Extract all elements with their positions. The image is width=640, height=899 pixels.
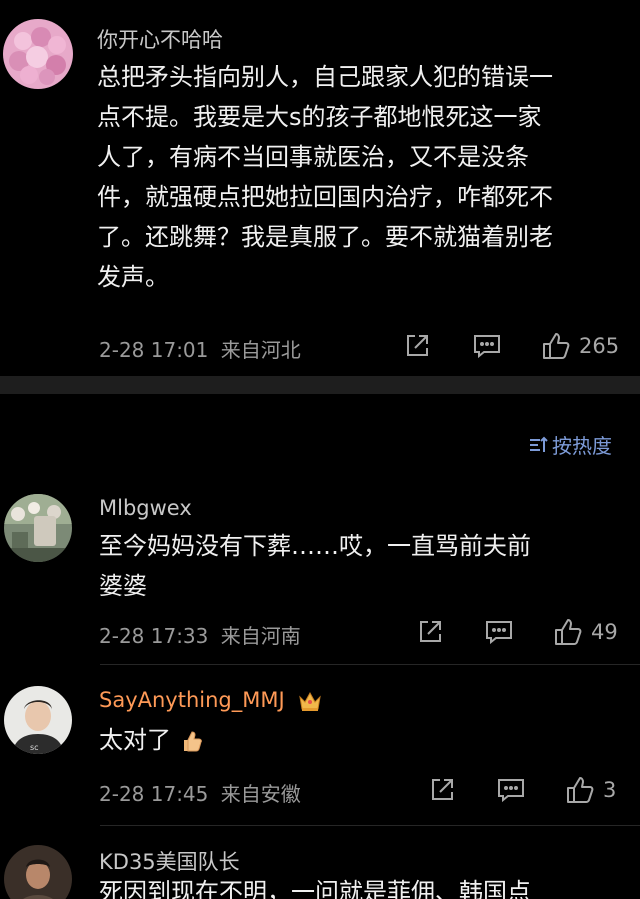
share-icon	[407, 335, 428, 356]
like-button[interactable]: 49	[553, 617, 618, 647]
username[interactable]: SayAnything_MMJ	[99, 688, 323, 713]
comment-line: 死因到现在不明，一问就是菲佣、韩国点	[99, 878, 531, 899]
comment-meta: 2-28 17:01 来自河北	[99, 334, 301, 363]
divider	[100, 825, 640, 826]
thumbs-up-icon	[567, 777, 594, 803]
timestamp: 2-28 17:45	[99, 782, 209, 806]
comment-meta: 2-28 17:45 来自安徽	[99, 778, 301, 807]
comment-button[interactable]	[496, 776, 526, 804]
comment-text: 死因到现在不明，一问就是菲佣、韩国点	[99, 872, 531, 899]
divider	[100, 664, 640, 665]
location: 来自安徽	[220, 782, 301, 806]
share-button[interactable]	[403, 332, 431, 360]
comment-text: 太对了	[99, 720, 203, 760]
share-icon	[432, 779, 453, 800]
timestamp: 2-28 17:33	[99, 624, 209, 648]
like-count: 3	[603, 778, 617, 802]
comment-icon	[498, 779, 524, 803]
timestamp: 2-28 17:01	[99, 338, 209, 362]
comment-line: 婆婆	[99, 572, 147, 600]
username[interactable]: Mlbgwex	[99, 496, 192, 520]
thumbs-up-icon	[555, 619, 582, 645]
comment-button[interactable]	[484, 618, 514, 646]
comment-text: 总把矛头指向别人，自己跟家人犯的错误一 点不提。我要是大s的孩子都地恨死这一家 …	[97, 57, 553, 297]
top-comment: 你开心不哈哈 总把矛头指向别人，自己跟家人犯的错误一 点不提。我要是大s的孩子都…	[0, 0, 640, 376]
comment-line-text: 太对了	[99, 726, 171, 754]
avatar[interactable]: sc	[4, 686, 72, 754]
thumbs-up-emoji-icon	[183, 731, 202, 752]
comment-line: 人了，有病不当回事就医治，又不是没条	[97, 143, 529, 171]
comment-line: 发声。	[97, 263, 169, 291]
comment-line: 件，就强硬点把她拉回国内治疗，咋都死不	[97, 183, 553, 211]
avatar[interactable]	[4, 845, 72, 899]
comment-icon	[474, 335, 500, 359]
avatar[interactable]	[3, 19, 73, 89]
comment-icon	[486, 621, 512, 645]
comment-line: 至今妈妈没有下葬……哎，一直骂前夫前	[99, 532, 531, 560]
crown-icon	[299, 691, 322, 711]
like-count: 265	[579, 334, 620, 358]
like-button[interactable]: 265	[541, 331, 619, 361]
like-button[interactable]: 3	[565, 775, 616, 805]
comment-line: 总把矛头指向别人，自己跟家人犯的错误一	[97, 63, 553, 91]
location: 来自河南	[220, 624, 301, 648]
share-button[interactable]	[428, 776, 456, 804]
comment-meta: 2-28 17:33 来自河南	[99, 620, 301, 649]
sort-toggle[interactable]: 按热度	[528, 430, 612, 459]
location: 来自河北	[220, 338, 301, 362]
comment-button[interactable]	[472, 332, 502, 360]
sort-label: 按热度	[552, 434, 612, 458]
share-icon	[420, 621, 441, 642]
sort-icon	[530, 436, 548, 452]
username-text: SayAnything_MMJ	[99, 688, 285, 712]
section-divider	[0, 376, 640, 394]
like-count: 49	[591, 620, 618, 644]
username[interactable]: 你开心不哈哈	[97, 24, 223, 54]
comment-line: 了。还跳舞？我是真服了。要不就猫着别老	[97, 223, 553, 251]
share-button[interactable]	[416, 618, 444, 646]
avatar[interactable]	[4, 494, 72, 562]
thumbs-up-icon	[543, 333, 570, 359]
comment-text: 至今妈妈没有下葬……哎，一直骂前夫前 婆婆	[99, 526, 531, 606]
comment-line: 点不提。我要是大s的孩子都地恨死这一家	[97, 103, 542, 131]
comment-line: 太对了	[99, 720, 203, 760]
svg-text:sc: sc	[30, 743, 39, 752]
